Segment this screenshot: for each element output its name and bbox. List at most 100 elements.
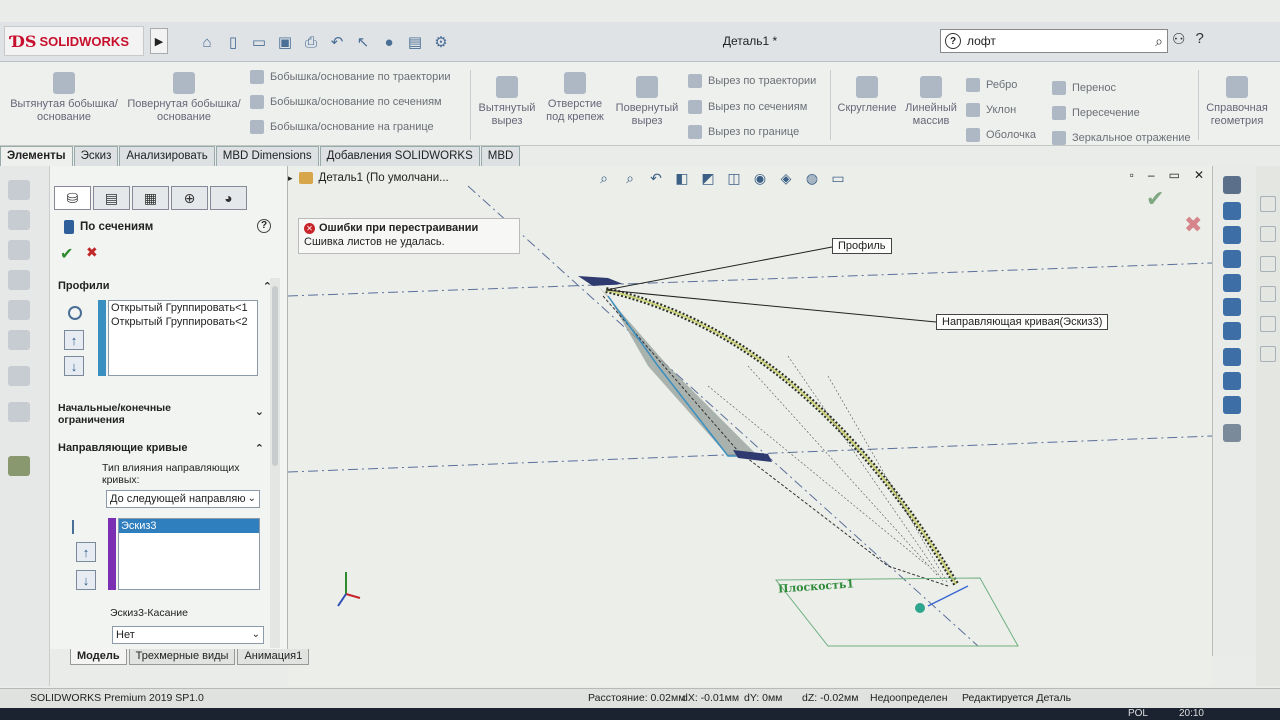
left-view-icon[interactable] [1223,250,1241,268]
restore-icon[interactable]: ▫ [1130,168,1134,182]
move-up-button[interactable]: ↑ [64,330,84,350]
scrollbar-thumb[interactable] [272,286,278,466]
save-icon[interactable]: ▣ [274,31,296,53]
front-view-icon[interactable] [1223,202,1241,220]
previous-view-icon[interactable]: ↶ [646,168,666,188]
rebuild-icon[interactable]: ● [378,31,400,53]
maximize-icon[interactable]: ▭ [1169,168,1180,182]
expand-arrow-icon[interactable]: ▸ [288,173,293,184]
minimize-icon[interactable]: – [1148,168,1155,182]
new-document-icon[interactable]: ▯ [222,31,244,53]
view-palette-icon[interactable] [1260,286,1276,302]
trim-tool-icon[interactable] [8,366,30,386]
view-orientation-icon[interactable]: ◫ [724,168,744,188]
tab-sketch[interactable]: Эскиз [73,146,119,166]
tangency-select[interactable]: Нет ⌄ [112,626,264,644]
wrap-button[interactable]: Перенос [1052,81,1116,95]
file-explorer-icon[interactable] [1260,256,1276,272]
guide-curve-callout[interactable]: Направляющая кривая(Эскиз3) [936,314,1109,330]
guide-move-up-button[interactable]: ↑ [76,542,96,562]
options-gear-icon[interactable]: ⚙ [430,31,452,53]
guide-curves-list[interactable]: Эскиз3 [118,518,260,590]
zoom-to-fit-icon[interactable]: ⌕ [594,168,614,188]
list-item[interactable]: Эскиз3 [119,519,259,533]
shell-button[interactable]: Оболочка [966,128,1036,142]
print-icon[interactable]: ⎙ [300,31,322,53]
list-item[interactable]: Открытый Группировать<2 [109,315,257,329]
guide-move-down-button[interactable]: ↓ [76,570,96,590]
ok-button[interactable]: ✔ [60,244,73,264]
linear-pattern-button[interactable]: Линейный массив [900,76,962,128]
move-down-button[interactable]: ↓ [64,356,84,376]
help-icon[interactable]: ? [257,219,271,233]
graphics-area[interactable]: ▸ Деталь1 (По умолчани... ⌕ ⌕ ↶ ◧ ◩ ◫ ◉ … [288,166,1212,686]
normal-to-icon[interactable] [1223,176,1241,194]
reference-geometry-button[interactable]: Справочная геометрия [1202,76,1272,128]
guide-influence-select[interactable]: До следующей направляю ⌄ [106,490,260,508]
rectangle-tool-icon[interactable] [8,270,30,290]
mirror-button[interactable]: Зеркальное отражение [1052,131,1191,145]
lofted-boss-button[interactable]: Бобышка/основание по сечениям [250,95,442,109]
zoom-to-area-icon[interactable]: ⌕ [620,168,640,188]
swept-boss-button[interactable]: Бобышка/основание по траектории [250,70,451,84]
intersect-button[interactable]: Пересечение [1052,106,1140,120]
feature-tree-root[interactable]: ▸ Деталь1 (По умолчани... [288,172,449,184]
confirm-ok-icon[interactable]: ✔ [1146,186,1164,212]
line-tool-icon[interactable] [8,240,30,260]
close-icon[interactable]: ✕ [1194,168,1204,182]
arc-tool-icon[interactable] [8,330,30,350]
appearance-icon[interactable]: ◍ [802,168,822,188]
user-icon[interactable]: ⚇ [1172,30,1185,48]
profiles-section-header[interactable]: Профили ⌃ [58,280,272,293]
section-view-icon[interactable]: ◧ [672,168,692,188]
menu-expand-arrow-icon[interactable]: ▶ [150,28,168,54]
feature-tree-tab-icon[interactable]: ▤ [93,186,130,210]
measure-tool-icon[interactable] [1223,424,1241,442]
circle-tool-icon[interactable] [8,300,30,320]
display-style-icon[interactable]: ◉ [750,168,770,188]
trimetric-view-icon[interactable] [1223,372,1241,390]
bottom-view-icon[interactable] [1223,322,1241,340]
solidworks-logo[interactable]: ƊS SOLIDWORKS [4,26,144,56]
tab-animation[interactable]: Анимация1 [237,649,310,665]
cancel-button[interactable]: ✖ [86,244,98,261]
offset-tool-icon[interactable] [8,402,30,422]
back-view-icon[interactable] [1223,226,1241,244]
dimetric-view-icon[interactable] [1223,396,1241,414]
clock[interactable]: 20:10 [1179,708,1204,719]
fillet-button[interactable]: Скругление [834,76,900,115]
undo-icon[interactable]: ↶ [326,31,348,53]
extruded-boss-button[interactable]: Вытянутая бобышка/основание [6,72,122,124]
start-end-constraints-header[interactable]: Начальные/конечные ограничения ⌄ [58,402,264,426]
lofted-cut-button[interactable]: Вырез по сечениям [688,100,807,114]
display-manager-tab-icon[interactable]: ◕ [210,186,247,210]
tab-evaluate[interactable]: Анализировать [119,146,215,166]
view-settings-icon[interactable]: ▭ [828,168,848,188]
revolved-boss-button[interactable]: Повернутая бобышка/основание [126,72,242,124]
top-view-icon[interactable] [1223,298,1241,316]
boundary-cut-button[interactable]: Вырез по границе [688,125,799,139]
search-icon[interactable]: ⌕ [1155,33,1163,50]
hide-show-icon[interactable]: ◈ [776,168,796,188]
search-box[interactable]: ? лофт ⌕ [940,29,1168,53]
search-input[interactable]: лофт [967,34,1155,48]
guide-curves-header[interactable]: Направляющие кривые ⌃ [58,442,264,455]
profile-callout[interactable]: Профиль [832,238,892,254]
open-folder-icon[interactable]: ▭ [248,31,270,53]
appearances-icon[interactable] [1260,316,1276,332]
help-icon[interactable]: ? [1195,30,1203,48]
confirm-cancel-icon[interactable]: ✖ [1184,212,1202,238]
select-arrow-icon[interactable]: ↖ [352,31,374,53]
profiles-list[interactable]: Открытый Группировать<1 Открытый Группир… [108,300,258,376]
draft-button[interactable]: Уклон [966,103,1016,117]
tab-3d-views[interactable]: Трехмерные виды [128,649,236,665]
input-language[interactable]: POL [1128,708,1148,719]
list-item[interactable]: Открытый Группировать<1 [109,301,257,315]
collapse-chevron-icon[interactable]: ⌃ [255,442,264,455]
home-icon[interactable]: ⌂ [196,31,218,53]
hole-wizard-button[interactable]: Отверстие под крепеж [540,72,610,124]
tab-mbd[interactable]: MBD [480,146,521,166]
property-manager-tab-icon[interactable]: ⛁ [54,186,91,210]
expand-chevron-icon[interactable]: ⌄ [255,406,264,418]
design-library-icon[interactable] [1260,226,1276,242]
